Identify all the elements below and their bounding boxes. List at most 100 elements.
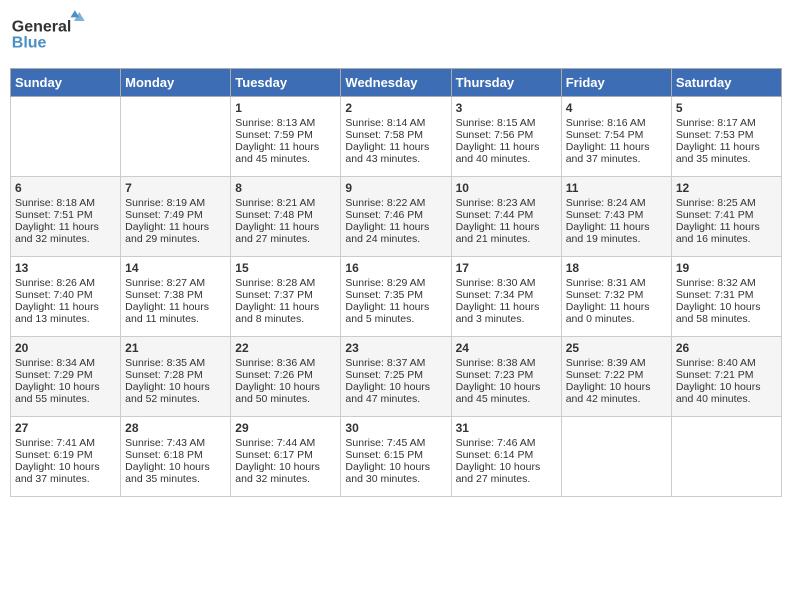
day-number: 9 <box>345 181 446 195</box>
day-number: 31 <box>456 421 557 435</box>
day-number: 5 <box>676 101 777 115</box>
calendar-cell: 26Sunrise: 8:40 AMSunset: 7:21 PMDayligh… <box>671 337 781 417</box>
day-info: Sunset: 7:53 PM <box>676 129 777 141</box>
day-info: Daylight: 10 hours and 50 minutes. <box>235 381 336 405</box>
day-info: Sunset: 7:48 PM <box>235 209 336 221</box>
day-info: Sunset: 6:15 PM <box>345 449 446 461</box>
day-number: 15 <box>235 261 336 275</box>
day-info: Sunrise: 7:41 AM <box>15 437 116 449</box>
day-info: Daylight: 11 hours and 45 minutes. <box>235 141 336 165</box>
svg-text:General: General <box>12 19 72 36</box>
calendar-cell: 1Sunrise: 8:13 AMSunset: 7:59 PMDaylight… <box>231 97 341 177</box>
day-info: Daylight: 10 hours and 55 minutes. <box>15 381 116 405</box>
day-number: 6 <box>15 181 116 195</box>
day-info: Sunrise: 8:28 AM <box>235 277 336 289</box>
day-info: Sunrise: 8:14 AM <box>345 117 446 129</box>
day-info: Sunrise: 7:44 AM <box>235 437 336 449</box>
weekday-header-sunday: Sunday <box>11 69 121 97</box>
day-info: Daylight: 11 hours and 24 minutes. <box>345 221 446 245</box>
day-info: Sunrise: 8:39 AM <box>566 357 667 369</box>
day-info: Daylight: 10 hours and 27 minutes. <box>456 461 557 485</box>
day-info: Daylight: 10 hours and 42 minutes. <box>566 381 667 405</box>
day-info: Sunrise: 8:19 AM <box>125 197 226 209</box>
day-info: Daylight: 11 hours and 40 minutes. <box>456 141 557 165</box>
day-info: Daylight: 10 hours and 52 minutes. <box>125 381 226 405</box>
calendar-cell: 12Sunrise: 8:25 AMSunset: 7:41 PMDayligh… <box>671 177 781 257</box>
day-info: Sunrise: 8:21 AM <box>235 197 336 209</box>
day-info: Daylight: 11 hours and 21 minutes. <box>456 221 557 245</box>
day-info: Daylight: 11 hours and 43 minutes. <box>345 141 446 165</box>
calendar-cell: 8Sunrise: 8:21 AMSunset: 7:48 PMDaylight… <box>231 177 341 257</box>
day-info: Sunrise: 8:37 AM <box>345 357 446 369</box>
week-row-3: 13Sunrise: 8:26 AMSunset: 7:40 PMDayligh… <box>11 257 782 337</box>
week-row-5: 27Sunrise: 7:41 AMSunset: 6:19 PMDayligh… <box>11 417 782 497</box>
day-info: Daylight: 10 hours and 32 minutes. <box>235 461 336 485</box>
day-number: 11 <box>566 181 667 195</box>
day-number: 22 <box>235 341 336 355</box>
calendar-cell: 24Sunrise: 8:38 AMSunset: 7:23 PMDayligh… <box>451 337 561 417</box>
logo: General Blue <box>10 10 90 60</box>
day-info: Sunrise: 8:36 AM <box>235 357 336 369</box>
day-info: Sunset: 7:51 PM <box>15 209 116 221</box>
day-info: Sunset: 6:14 PM <box>456 449 557 461</box>
calendar-cell: 11Sunrise: 8:24 AMSunset: 7:43 PMDayligh… <box>561 177 671 257</box>
calendar-cell: 22 Sunrise: 8:36 AMSunset: 7:26 PMDayligh… <box>231 337 341 417</box>
day-info: Sunset: 7:34 PM <box>456 289 557 301</box>
calendar-cell: 6Sunrise: 8:18 AMSunset: 7:51 PMDaylight… <box>11 177 121 257</box>
calendar-cell: 2Sunrise: 8:14 AMSunset: 7:58 PMDaylight… <box>341 97 451 177</box>
day-info: Sunset: 7:21 PM <box>676 369 777 381</box>
calendar-cell: 18Sunrise: 8:31 AMSunset: 7:32 PMDayligh… <box>561 257 671 337</box>
day-info: Sunrise: 8:29 AM <box>345 277 446 289</box>
day-info: Sunset: 7:31 PM <box>676 289 777 301</box>
calendar-cell: 29Sunrise: 7:44 AMSunset: 6:17 PMDayligh… <box>231 417 341 497</box>
day-info: Sunset: 7:41 PM <box>676 209 777 221</box>
day-info: Sunset: 7:26 PM <box>235 369 336 381</box>
day-info: Sunrise: 8:23 AM <box>456 197 557 209</box>
day-number: 14 <box>125 261 226 275</box>
calendar-cell <box>671 417 781 497</box>
day-info: Daylight: 11 hours and 37 minutes. <box>566 141 667 165</box>
day-info: Daylight: 11 hours and 27 minutes. <box>235 221 336 245</box>
day-number: 13 <box>15 261 116 275</box>
day-number: 25 <box>566 341 667 355</box>
day-info: Daylight: 10 hours and 30 minutes. <box>345 461 446 485</box>
day-number: 2 <box>345 101 446 115</box>
day-info: Sunrise: 8:18 AM <box>15 197 116 209</box>
day-number: 7 <box>125 181 226 195</box>
day-info: Daylight: 10 hours and 35 minutes. <box>125 461 226 485</box>
calendar-cell: 3Sunrise: 8:15 AMSunset: 7:56 PMDaylight… <box>451 97 561 177</box>
day-info: Sunrise: 8:17 AM <box>676 117 777 129</box>
calendar-cell: 10Sunrise: 8:23 AMSunset: 7:44 PMDayligh… <box>451 177 561 257</box>
day-number: 26 <box>676 341 777 355</box>
day-info: Sunrise: 7:46 AM <box>456 437 557 449</box>
day-info: Daylight: 11 hours and 3 minutes. <box>456 301 557 325</box>
calendar-cell: 23Sunrise: 8:37 AMSunset: 7:25 PMDayligh… <box>341 337 451 417</box>
day-info: Sunrise: 7:45 AM <box>345 437 446 449</box>
day-number: 30 <box>345 421 446 435</box>
day-info: Sunrise: 8:38 AM <box>456 357 557 369</box>
day-info: Daylight: 11 hours and 19 minutes. <box>566 221 667 245</box>
day-number: 19 <box>676 261 777 275</box>
day-info: Sunset: 7:25 PM <box>345 369 446 381</box>
day-number: 21 <box>125 341 226 355</box>
day-info: Sunrise: 8:22 AM <box>345 197 446 209</box>
day-info: Daylight: 11 hours and 5 minutes. <box>345 301 446 325</box>
day-info: Sunrise: 8:24 AM <box>566 197 667 209</box>
day-info: Sunset: 7:44 PM <box>456 209 557 221</box>
day-info: Sunset: 7:59 PM <box>235 129 336 141</box>
day-number: 3 <box>456 101 557 115</box>
day-info: Sunrise: 8:25 AM <box>676 197 777 209</box>
day-number: 4 <box>566 101 667 115</box>
calendar-cell: 7Sunrise: 8:19 AMSunset: 7:49 PMDaylight… <box>121 177 231 257</box>
weekday-header-wednesday: Wednesday <box>341 69 451 97</box>
weekday-header-monday: Monday <box>121 69 231 97</box>
calendar-cell: 25Sunrise: 8:39 AMSunset: 7:22 PMDayligh… <box>561 337 671 417</box>
calendar-cell: 5Sunrise: 8:17 AMSunset: 7:53 PMDaylight… <box>671 97 781 177</box>
day-info: Sunrise: 8:27 AM <box>125 277 226 289</box>
day-number: 12 <box>676 181 777 195</box>
calendar-cell: 27Sunrise: 7:41 AMSunset: 6:19 PMDayligh… <box>11 417 121 497</box>
calendar-cell: 21Sunrise: 8:35 AMSunset: 7:28 PMDayligh… <box>121 337 231 417</box>
day-info: Daylight: 11 hours and 11 minutes. <box>125 301 226 325</box>
calendar-cell <box>121 97 231 177</box>
calendar-cell: 4Sunrise: 8:16 AMSunset: 7:54 PMDaylight… <box>561 97 671 177</box>
